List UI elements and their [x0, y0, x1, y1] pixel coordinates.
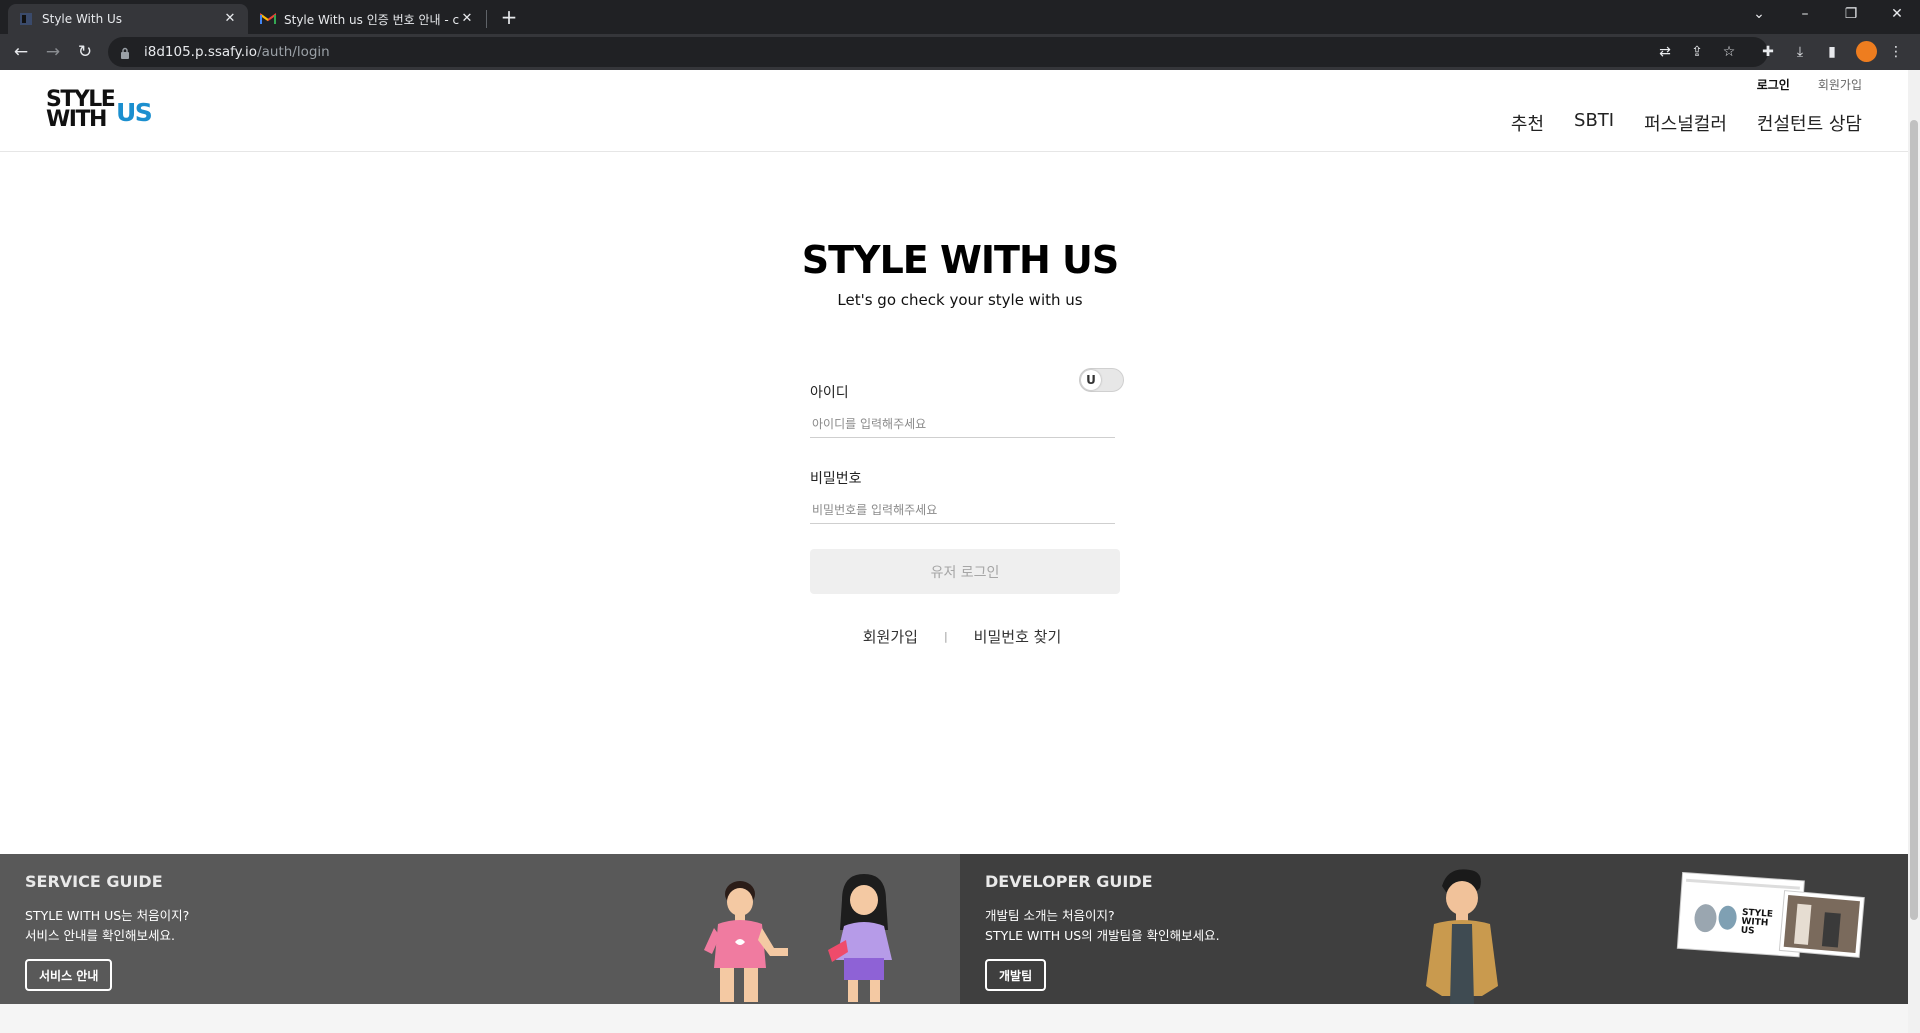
- forward-icon[interactable]: →: [41, 40, 65, 64]
- login-title: STYLE WITH US: [801, 238, 1119, 282]
- tab-style-with-us[interactable]: Style With Us ✕: [8, 4, 248, 34]
- tab-separator: [486, 10, 487, 28]
- find-password-link[interactable]: 비밀번호 찾기: [974, 626, 1062, 647]
- address-bar[interactable]: i8d105.p.ssafy.io/auth/login: [108, 37, 1768, 67]
- main-nav: 추천 SBTI 퍼스널컬러 컨설턴트 상담: [1511, 110, 1862, 136]
- bookmark-star-icon[interactable]: ☆: [1720, 43, 1738, 61]
- logo-text-with: WITH: [46, 107, 107, 132]
- tab-title: Style With Us: [42, 12, 123, 26]
- tab-title: Style With us 인증 번호 안내 - c: [284, 12, 459, 27]
- service-guide-button[interactable]: 서비스 안내: [25, 959, 113, 991]
- developer-team-button[interactable]: 개발팀: [985, 959, 1047, 991]
- login-sub-links: 회원가입 | 비밀번호 찾기: [0, 626, 1920, 647]
- girl-illustration: [828, 874, 892, 1002]
- service-guide-text: STYLE WITH US는 처음이지? 서비스 안내를 확인해보세요.: [25, 908, 190, 943]
- developer-man-illustration: [1426, 869, 1498, 1004]
- nav-item-consultant[interactable]: 컨설턴트 상담: [1757, 110, 1862, 136]
- id-input[interactable]: [810, 410, 1115, 438]
- login-subtitle: Let's go check your style with us: [837, 291, 1083, 309]
- restore-icon[interactable]: ❐: [1828, 0, 1874, 30]
- browser-tab-bar: Style With Us ✕ Style With us 인증 번호 안내 -…: [0, 0, 1920, 34]
- website-preview-illustration: STYLE WITH US: [1676, 872, 1865, 958]
- menu-kebab-icon[interactable]: ⋮: [1887, 43, 1905, 61]
- extensions-icon[interactable]: ✚: [1759, 43, 1777, 61]
- page-scrollbar[interactable]: [1908, 70, 1920, 1033]
- window-close-icon[interactable]: ✕: [1874, 0, 1920, 30]
- developer-guide-text: 개발팀 소개는 처음이지? STYLE WITH US의 개발팀을 확인해보세요.: [985, 908, 1220, 943]
- download-icon[interactable]: ⤓: [1791, 43, 1809, 61]
- page-bottom-strip: [0, 1004, 1908, 1033]
- site-logo[interactable]: STYLE WITH US: [46, 89, 156, 132]
- browser-toolbar: ← → ↻ i8d105.p.ssafy.io/auth/login ⇄ ⇪ ☆…: [0, 34, 1920, 70]
- tab-search-chevron-icon[interactable]: ⌄: [1736, 0, 1782, 30]
- url-path: /auth/login: [257, 44, 330, 60]
- header-login-link[interactable]: 로그인: [1757, 76, 1790, 93]
- reload-icon[interactable]: ↻: [73, 40, 97, 64]
- share-icon[interactable]: ⇪: [1688, 43, 1706, 61]
- translate-icon[interactable]: ⇄: [1656, 43, 1674, 61]
- gmail-icon: [260, 11, 276, 27]
- tab-close-icon[interactable]: ✕: [459, 11, 475, 27]
- toggle-knob: U: [1081, 370, 1101, 390]
- service-guide-title: SERVICE GUIDE: [25, 872, 163, 891]
- nav-item-personal-color[interactable]: 퍼스널컬러: [1644, 110, 1727, 136]
- side-panel-icon[interactable]: ▮: [1823, 43, 1841, 61]
- svg-text:US: US: [1740, 926, 1754, 937]
- user-login-button[interactable]: 유저 로그인: [810, 549, 1120, 594]
- back-icon[interactable]: ←: [9, 40, 33, 64]
- nav-item-recommend[interactable]: 추천: [1511, 110, 1544, 136]
- password-input[interactable]: [810, 496, 1115, 524]
- header-signup-link[interactable]: 회원가입: [1818, 76, 1862, 93]
- url-host: i8d105.p.ssafy.io: [144, 44, 258, 60]
- tab-gmail[interactable]: Style With us 인증 번호 안내 - c ✕: [250, 4, 485, 34]
- minimize-icon[interactable]: –: [1782, 0, 1828, 30]
- new-tab-icon[interactable]: +: [497, 6, 521, 30]
- logo-text-us: US: [116, 98, 153, 127]
- user-type-toggle[interactable]: U: [1079, 368, 1124, 392]
- tab-close-icon[interactable]: ✕: [222, 11, 238, 27]
- link-separator: |: [943, 630, 948, 643]
- top-links: 로그인 회원가입: [1757, 76, 1862, 93]
- nav-item-sbti[interactable]: SBTI: [1574, 110, 1614, 136]
- site-favicon-icon: [18, 11, 34, 27]
- signup-link[interactable]: 회원가입: [863, 626, 918, 647]
- lock-icon: [120, 45, 134, 59]
- boy-illustration: [704, 881, 788, 1002]
- developer-guide-banner: DEVELOPER GUIDE 개발팀 소개는 처음이지? STYLE WITH …: [960, 854, 1908, 1004]
- site-header: STYLE WITH US 로그인 회원가입 추천 SBTI 퍼스널컬러 컨설턴…: [0, 70, 1908, 152]
- developer-guide-title: DEVELOPER GUIDE: [985, 872, 1153, 891]
- password-label: 비밀번호: [810, 471, 862, 487]
- id-label: 아이디: [810, 385, 849, 401]
- service-guide-banner: SERVICE GUIDE STYLE WITH US는 처음이지? 서비스 안내…: [0, 854, 960, 1004]
- profile-avatar[interactable]: [1856, 41, 1877, 62]
